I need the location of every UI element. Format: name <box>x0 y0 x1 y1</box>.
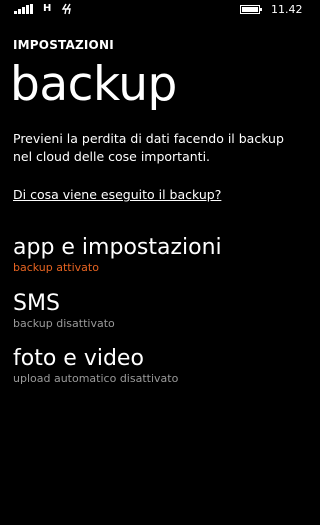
clock: 11.42 <box>271 3 303 16</box>
list-item-status: backup disattivato <box>13 317 115 330</box>
data-transfer-icon <box>61 3 71 15</box>
list-item-sms[interactable]: SMS backup disattivato <box>13 291 303 331</box>
list-item-title: foto e video <box>13 346 144 371</box>
settings-backup-screen: H 11.42 IMPOSTAZIONI backup Previeni la … <box>0 0 315 525</box>
list-item-photos-videos[interactable]: foto e video upload automatico disattiva… <box>13 346 303 386</box>
app-title: IMPOSTAZIONI <box>13 38 114 52</box>
network-type: H <box>43 3 52 14</box>
description-text: Previeni la perdita di dati facendo il b… <box>13 131 284 164</box>
backup-info-link[interactable]: Di cosa viene eseguito il backup? <box>13 187 221 202</box>
battery-icon <box>240 5 263 14</box>
signal-strength-icon <box>14 4 36 14</box>
list-item-title: app e impostazioni <box>13 235 222 260</box>
list-item-app-settings[interactable]: app e impostazioni backup attivato <box>13 235 303 275</box>
status-bar: H 11.42 <box>0 0 315 20</box>
list-item-status: upload automatico disattivato <box>13 372 179 385</box>
list-item-title: SMS <box>13 291 60 316</box>
page-title: backup <box>10 57 177 112</box>
list-item-status: backup attivato <box>13 261 99 274</box>
